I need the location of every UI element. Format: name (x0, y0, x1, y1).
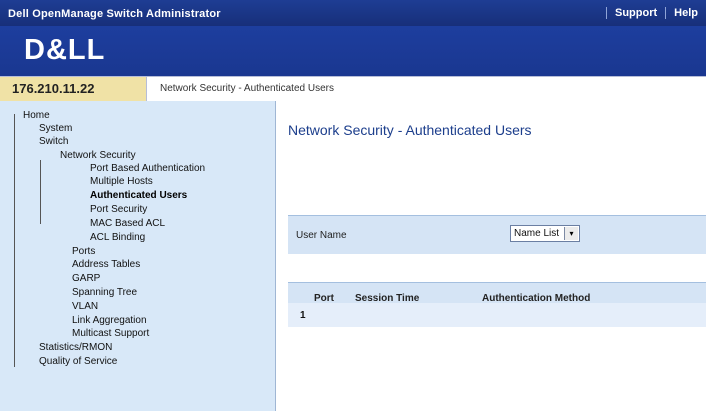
tree-connector (40, 160, 41, 224)
tree-mac-based-acl[interactable]: MAC Based ACL (90, 218, 165, 229)
chevron-down-icon[interactable]: ▾ (564, 227, 578, 240)
navigation-tree: Home System Switch Network Security Port… (0, 101, 276, 411)
tree-port-based-authentication[interactable]: Port Based Authentication (90, 163, 205, 174)
user-name-select-value: Name List (514, 228, 560, 239)
table-row[interactable]: 1 (288, 303, 706, 327)
top-bar: Dell OpenManage Switch Administrator Sup… (0, 0, 706, 26)
page-title: Network Security - Authenticated Users (288, 122, 532, 138)
tree-switch[interactable]: Switch (39, 136, 68, 147)
tree-multicast-support[interactable]: Multicast Support (72, 328, 149, 339)
tree-connector (14, 114, 15, 367)
tree-authenticated-users[interactable]: Authenticated Users (90, 190, 187, 201)
device-ip: 176.210.11.22 (0, 77, 147, 101)
tree-address-tables[interactable]: Address Tables (72, 259, 140, 270)
tree-home[interactable]: Home (23, 110, 50, 121)
breadcrumb: Network Security - Authenticated Users (160, 83, 334, 94)
user-name-label: User Name (296, 230, 347, 241)
user-name-select[interactable]: Name List ▾ (510, 225, 580, 242)
app-title: Dell OpenManage Switch Administrator (8, 8, 221, 20)
info-bar: 176.210.11.22 Network Security - Authent… (0, 76, 706, 102)
tree-network-security[interactable]: Network Security (60, 150, 136, 161)
tree-port-security[interactable]: Port Security (90, 204, 147, 215)
tree-garp[interactable]: GARP (72, 273, 100, 284)
tree-system[interactable]: System (39, 123, 72, 134)
main-content: Network Security - Authenticated Users U… (276, 101, 706, 411)
tree-link-aggregation[interactable]: Link Aggregation (72, 315, 147, 326)
help-link[interactable]: Help (665, 7, 706, 19)
row-number: 1 (300, 310, 306, 321)
support-link[interactable]: Support (605, 7, 665, 19)
tree-vlan[interactable]: VLAN (72, 301, 98, 312)
dell-logo: D&LL (24, 34, 106, 66)
tree-ports[interactable]: Ports (72, 246, 95, 257)
authenticated-users-table: Port Session Time Authentication Method … (288, 282, 706, 327)
tree-spanning-tree[interactable]: Spanning Tree (72, 287, 137, 298)
tree-multiple-hosts[interactable]: Multiple Hosts (90, 176, 153, 187)
tree-statistics-rmon[interactable]: Statistics/RMON (39, 342, 112, 353)
tree-acl-binding[interactable]: ACL Binding (90, 232, 145, 243)
banner: D&LL (0, 26, 706, 76)
tree-quality-of-service[interactable]: Quality of Service (39, 356, 117, 367)
filter-panel: User Name Name List ▾ (288, 215, 706, 254)
top-links: Support Help (605, 0, 706, 26)
